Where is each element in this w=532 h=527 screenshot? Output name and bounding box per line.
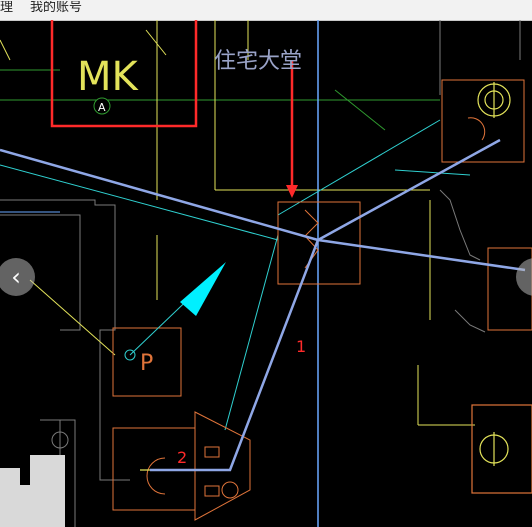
green-lines xyxy=(0,69,440,131)
gray-block-left-3 xyxy=(0,468,20,488)
label-mk: MK xyxy=(77,54,140,100)
cyan-pointer-arrow xyxy=(124,262,226,361)
chevron-left-icon: ‹ xyxy=(11,263,21,291)
label-route-2: 2 xyxy=(177,448,187,467)
gray-block-left-2 xyxy=(0,485,30,527)
orange-equipment xyxy=(112,79,532,521)
red-pointer-arrow xyxy=(286,60,298,198)
menu-my-account[interactable]: 我的账号 xyxy=(30,1,82,13)
gray-block-left xyxy=(30,455,65,527)
label-residential-lobby: 住宅大堂 xyxy=(214,49,302,74)
cad-drawing-canvas[interactable]: MK A 住宅大堂 P 1 2 xyxy=(0,20,532,527)
top-menu-bar: 理 我的账号 xyxy=(0,0,532,21)
menu-fragment-left[interactable]: 理 xyxy=(0,1,13,13)
cyan-lines xyxy=(0,119,471,431)
label-a: A xyxy=(98,101,106,114)
yellow-lines xyxy=(0,20,475,426)
label-route-1: 1 xyxy=(296,337,306,356)
label-p: P xyxy=(140,351,153,376)
